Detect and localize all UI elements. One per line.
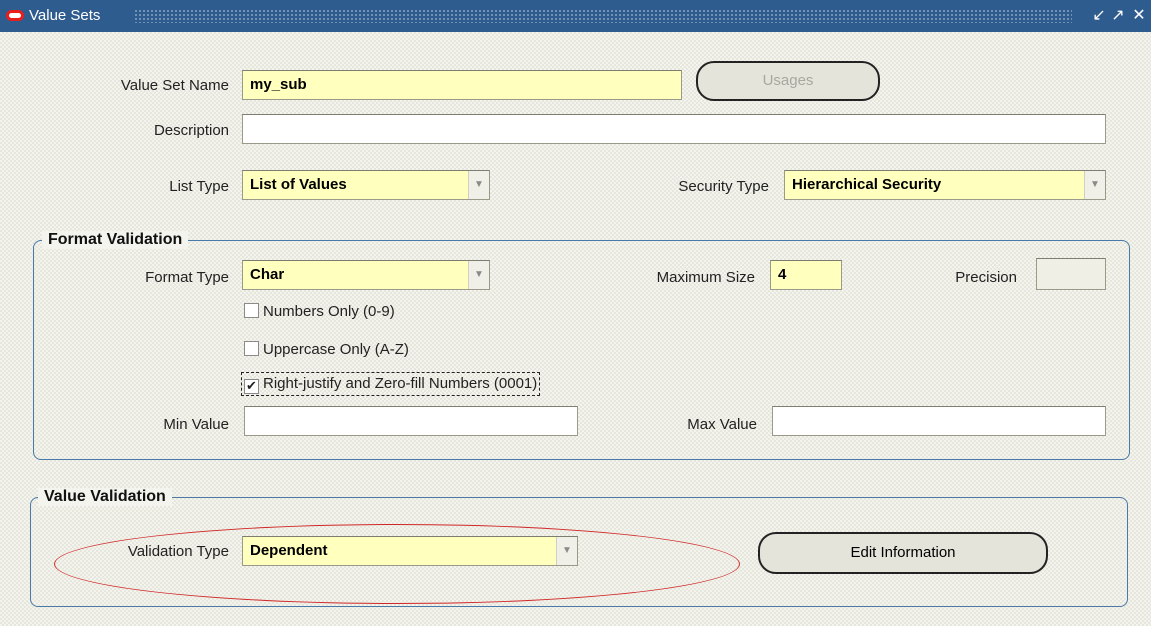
max-value-label: Max Value: [687, 416, 757, 433]
max-value-field[interactable]: [772, 406, 1106, 436]
edit-information-button[interactable]: Edit Information: [758, 532, 1048, 574]
uppercase-only-checkbox-box[interactable]: [244, 341, 259, 356]
security-type-label: Security Type: [678, 178, 769, 195]
format-type-label: Format Type: [145, 269, 229, 286]
format-type-dropdown-icon[interactable]: ▼: [468, 261, 489, 289]
maximum-size-value: 4: [778, 266, 787, 283]
maximum-size-label: Maximum Size: [656, 269, 755, 286]
right-justify-checkbox[interactable]: ✔ Right-justify and Zero-fill Numbers (00…: [241, 372, 541, 396]
usages-button-label: Usages: [762, 72, 814, 89]
check-mark-icon: ✔: [246, 378, 257, 393]
close-icon[interactable]: ✕: [1130, 6, 1148, 26]
security-type-select[interactable]: Hierarchical Security ▼: [784, 170, 1106, 200]
security-type-dropdown-icon[interactable]: ▼: [1084, 171, 1105, 199]
window-titlebar: Value Sets ↙ ↗ ✕: [0, 0, 1151, 32]
validation-type-select[interactable]: Dependent ▼: [242, 536, 578, 566]
usages-button[interactable]: Usages: [696, 61, 880, 101]
list-type-label: List Type: [169, 178, 229, 195]
description-label: Description: [153, 122, 229, 139]
maximum-size-field[interactable]: 4: [770, 260, 842, 290]
security-type-value: Hierarchical Security: [792, 176, 942, 193]
list-type-value: List of Values: [250, 176, 347, 193]
list-type-dropdown-icon[interactable]: ▼: [468, 171, 489, 199]
maximize-icon[interactable]: ↗: [1109, 6, 1127, 26]
window-title: Value Sets: [29, 7, 101, 24]
list-type-select[interactable]: List of Values ▼: [242, 170, 490, 200]
edit-information-button-label: Edit Information: [850, 544, 956, 561]
value-validation-title: Value Validation: [38, 488, 172, 506]
uppercase-only-label: Uppercase Only (A-Z): [263, 341, 409, 358]
titlebar-pattern: [134, 9, 1072, 23]
precision-field[interactable]: [1036, 258, 1106, 290]
format-type-value: Char: [250, 266, 285, 283]
numbers-only-checkbox-box[interactable]: [244, 303, 259, 318]
min-value-field[interactable]: [244, 406, 578, 436]
right-justify-checkbox-box[interactable]: ✔: [244, 379, 259, 394]
value-set-name-value: my_sub: [250, 76, 307, 93]
validation-type-dropdown-icon[interactable]: ▼: [556, 537, 577, 565]
min-value-label: Min Value: [163, 416, 229, 433]
minimize-icon[interactable]: ↙: [1090, 6, 1108, 26]
precision-label: Precision: [955, 269, 1017, 286]
value-set-name-field[interactable]: my_sub: [242, 70, 682, 100]
description-field[interactable]: [242, 114, 1106, 144]
format-type-select[interactable]: Char ▼: [242, 260, 490, 290]
value-set-name-label: Value Set Name: [120, 77, 229, 94]
validation-type-value: Dependent: [250, 542, 328, 559]
validation-type-label: Validation Type: [127, 543, 229, 560]
right-justify-label: Right-justify and Zero-fill Numbers (000…: [263, 375, 538, 392]
oracle-logo-icon: [6, 10, 24, 21]
format-validation-title: Format Validation: [42, 231, 189, 249]
numbers-only-label: Numbers Only (0-9): [263, 303, 395, 320]
numbers-only-checkbox[interactable]: Numbers Only (0-9): [244, 301, 395, 323]
uppercase-only-checkbox[interactable]: Uppercase Only (A-Z): [244, 339, 409, 361]
